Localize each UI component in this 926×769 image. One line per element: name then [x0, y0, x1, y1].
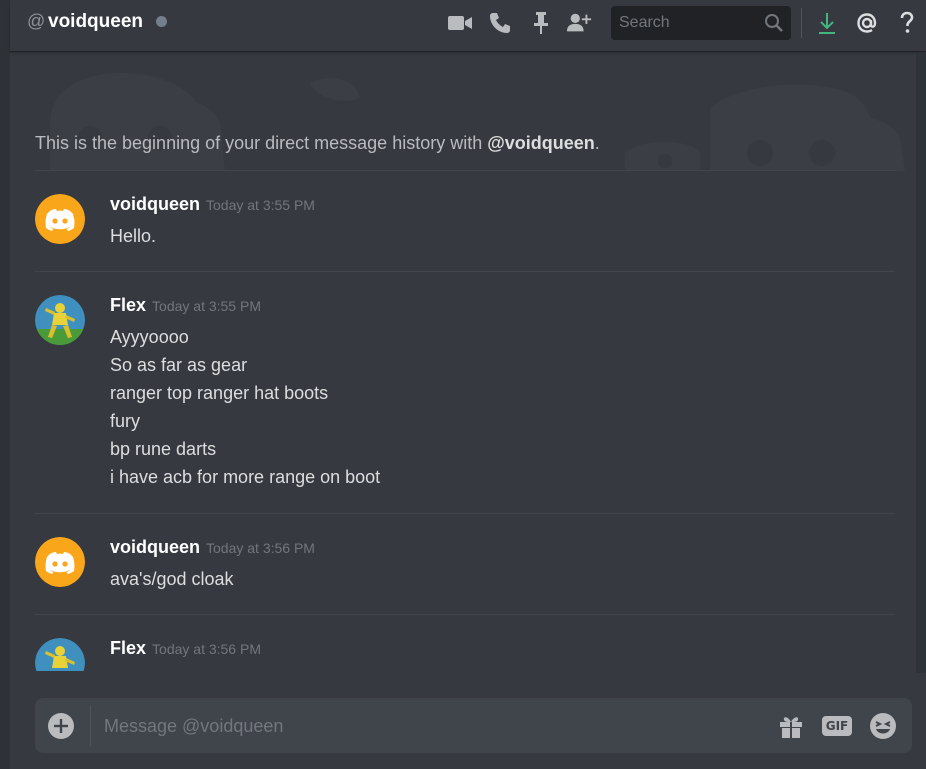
- discord-default-avatar[interactable]: [35, 537, 85, 587]
- username[interactable]: Flex: [110, 295, 146, 315]
- message-header: Flex Today at 3:56 PM: [110, 638, 261, 659]
- help-icon[interactable]: [894, 10, 920, 36]
- timestamp: Today at 3:56 PM: [152, 641, 261, 657]
- message-divider: [35, 271, 895, 272]
- message-composer: GIF: [35, 698, 912, 753]
- message-input[interactable]: [104, 715, 754, 737]
- timestamp: Today at 3:55 PM: [152, 298, 261, 314]
- message-body: ava's/god cloak: [110, 565, 234, 593]
- search-box[interactable]: [611, 6, 791, 40]
- message-divider: [35, 170, 895, 171]
- emoji-icon[interactable]: [868, 711, 898, 741]
- gif-label: GIF: [822, 716, 852, 736]
- message-line: So as far as gear: [110, 355, 248, 375]
- voice-call-icon[interactable]: [487, 10, 513, 36]
- message-line: ranger top ranger hat boots: [110, 383, 329, 403]
- intro-handle[interactable]: @voidqueen: [487, 133, 595, 153]
- add-friend-icon[interactable]: [566, 10, 592, 36]
- message-divider: [35, 614, 895, 615]
- mention-icon[interactable]: [854, 10, 880, 36]
- video-call-icon[interactable]: [447, 10, 473, 36]
- user-avatar[interactable]: [35, 295, 85, 345]
- message-line: bp rune darts: [110, 439, 217, 459]
- add-attachment-icon[interactable]: [48, 713, 74, 739]
- gif-icon[interactable]: GIF: [822, 711, 852, 741]
- message-list[interactable]: This is the beginning of your direct mes…: [10, 53, 915, 671]
- channel-header: @ voidqueen: [10, 0, 926, 52]
- scrollbar-track[interactable]: [916, 53, 926, 673]
- intro-prefix: This is the beginning of your direct mes…: [35, 133, 488, 153]
- message-header: Flex Today at 3:55 PM: [110, 295, 261, 316]
- composer-divider: [90, 705, 91, 746]
- message-body: Hello.: [110, 222, 156, 250]
- username[interactable]: Flex: [110, 638, 146, 658]
- username[interactable]: voidqueen: [110, 194, 200, 214]
- gift-icon[interactable]: [776, 711, 806, 741]
- header-divider: [801, 8, 802, 38]
- username[interactable]: voidqueen: [110, 537, 200, 557]
- message-line: fury: [110, 411, 141, 431]
- discord-default-avatar[interactable]: [35, 194, 85, 244]
- dm-title[interactable]: voidqueen: [48, 11, 143, 33]
- left-edge-strip: [0, 0, 10, 769]
- pin-icon[interactable]: [528, 10, 554, 36]
- message-line: Ayyyoooo: [110, 327, 189, 347]
- message-line: i have acb for more range on boot: [110, 467, 381, 487]
- timestamp: Today at 3:55 PM: [206, 197, 315, 213]
- intro-suffix: .: [594, 133, 600, 153]
- dm-intro-text: This is the beginning of your direct mes…: [35, 133, 600, 154]
- timestamp: Today at 3:56 PM: [206, 540, 315, 556]
- download-icon[interactable]: [814, 10, 840, 36]
- message-header: voidqueen Today at 3:55 PM: [110, 194, 315, 215]
- search-icon: [764, 13, 784, 33]
- status-indicator: [156, 16, 167, 27]
- message-line: Hello.: [110, 226, 157, 246]
- message-line: ava's/god cloak: [110, 569, 234, 589]
- user-avatar[interactable]: [35, 638, 85, 671]
- message-body: Ayyyoooo So as far as gear ranger top ra…: [110, 323, 380, 491]
- at-symbol: @: [27, 11, 46, 31]
- message-header: voidqueen Today at 3:56 PM: [110, 537, 315, 558]
- search-input[interactable]: [619, 13, 759, 33]
- message-divider: [35, 513, 895, 514]
